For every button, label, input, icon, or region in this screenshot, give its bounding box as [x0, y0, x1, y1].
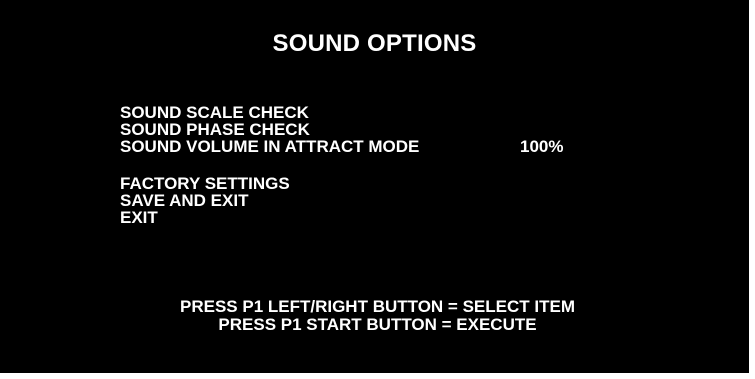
- menu-item-sound-scale-check[interactable]: SOUND SCALE CHECK: [120, 104, 419, 121]
- help-instructions: PRESS P1 LEFT/RIGHT BUTTON = SELECT ITEM…: [0, 298, 755, 334]
- options-menu: SOUND SCALE CHECK SOUND PHASE CHECK SOUN…: [120, 104, 563, 226]
- menu-item-save-and-exit[interactable]: SAVE AND EXIT: [120, 192, 419, 209]
- menu-spacer: [120, 155, 419, 175]
- help-line-select: PRESS P1 LEFT/RIGHT BUTTON = SELECT ITEM: [180, 297, 575, 316]
- menu-item-sound-volume[interactable]: SOUND VOLUME IN ATTRACT MODE 100%: [120, 137, 563, 156]
- menu-item-exit[interactable]: EXIT: [120, 209, 419, 226]
- help-line-execute: PRESS P1 START BUTTON = EXECUTE: [218, 315, 537, 334]
- menu-item-sound-phase-check[interactable]: SOUND PHASE CHECK: [120, 121, 419, 138]
- menu-item-label: SOUND VOLUME IN ATTRACT MODE: [120, 137, 420, 156]
- menu-item-factory-settings[interactable]: FACTORY SETTINGS: [120, 175, 419, 192]
- sound-options-screen: SOUND OPTIONS SOUND SCALE CHECK SOUND PH…: [0, 0, 749, 373]
- menu-item-label: EXIT: [120, 208, 158, 227]
- page-title: SOUND OPTIONS: [272, 30, 477, 57]
- sound-volume-value: 100%: [520, 137, 564, 156]
